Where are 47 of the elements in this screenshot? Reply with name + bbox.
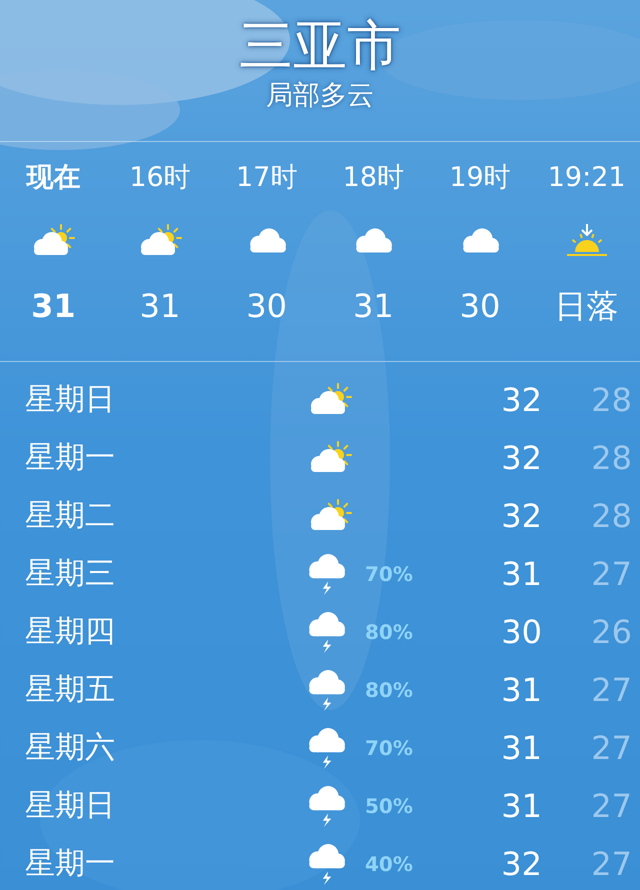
precipitation-chance: 40% [365, 852, 414, 876]
hour-temperature: 31 [140, 286, 180, 326]
day-name: 星期一 [25, 439, 116, 477]
day-name: 星期五 [25, 671, 116, 709]
high-temperature: 31 [500, 729, 542, 767]
hour-label: 19:21 [548, 161, 626, 195]
low-temperature: 27 [590, 729, 632, 767]
high-temperature: 31 [500, 787, 542, 825]
day-name: 星期一 [25, 845, 116, 883]
high-temperature: 31 [500, 555, 542, 593]
low-temperature: 27 [590, 787, 632, 825]
high-temperature: 32 [500, 497, 542, 535]
precipitation-chance: 80% [365, 620, 414, 644]
day-name: 星期四 [25, 613, 116, 651]
hour-label: 现在 [26, 161, 80, 195]
hour-temperature: 30 [460, 286, 500, 326]
high-temperature: 32 [500, 845, 542, 883]
low-temperature: 27 [590, 671, 632, 709]
high-temperature: 32 [500, 381, 542, 419]
precipitation-chance: 80% [365, 678, 414, 702]
hour-temperature: 日落 [554, 286, 619, 326]
hour-temperature: 31 [352, 286, 394, 326]
low-temperature: 28 [590, 381, 632, 419]
city-name: 三亚市 [239, 14, 401, 78]
low-temperature: 27 [590, 555, 632, 593]
precipitation-chance: 50% [365, 794, 414, 818]
hour-label: 17时 [236, 161, 298, 195]
high-temperature: 30 [500, 613, 542, 651]
low-temperature: 27 [590, 845, 632, 883]
day-name: 星期六 [25, 729, 116, 767]
precipitation-chance: 70% [365, 562, 414, 586]
high-temperature: 32 [500, 439, 542, 477]
hour-temperature: 30 [246, 286, 288, 326]
high-temperature: 31 [500, 671, 542, 709]
low-temperature: 26 [590, 613, 632, 651]
low-temperature: 28 [590, 497, 632, 535]
day-name: 星期日 [25, 787, 116, 825]
day-name: 星期日 [25, 381, 116, 419]
hour-label: 19时 [449, 161, 511, 195]
weather-condition: 局部多云 [266, 79, 374, 113]
day-name: 星期三 [25, 555, 116, 593]
hour-temperature: 31 [31, 286, 76, 326]
low-temperature: 28 [590, 439, 632, 477]
day-name: 星期二 [25, 497, 116, 535]
hour-label: 18时 [342, 161, 404, 195]
precipitation-chance: 70% [365, 736, 414, 760]
hour-label: 16时 [129, 161, 191, 195]
